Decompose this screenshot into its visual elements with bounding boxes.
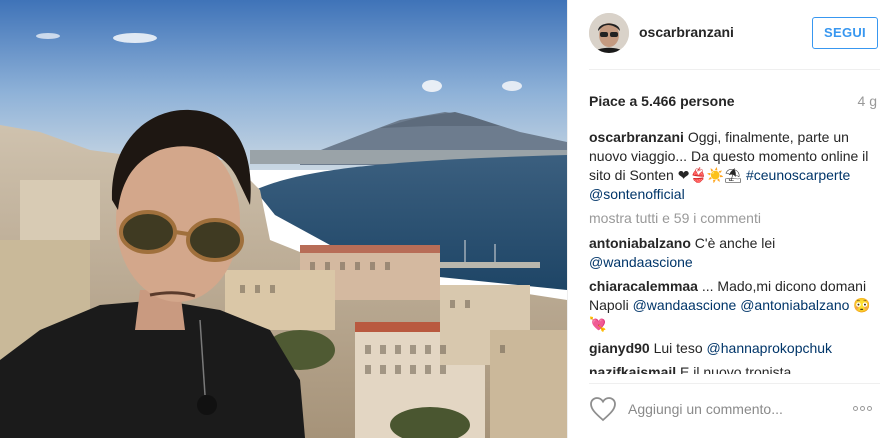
mention-link[interactable]: @hannaprokopchuk (707, 340, 833, 356)
comment-username[interactable]: nazifkaismail (589, 364, 676, 374)
dot (867, 406, 872, 411)
comment-item: nazifkaismail E il nuovo tronista (589, 363, 871, 374)
comment-text: C'è anche lei (694, 235, 776, 251)
heart-outline-icon[interactable] (589, 396, 617, 422)
mention-link[interactable]: @wandaascione (589, 254, 693, 270)
comment-item: gianyd90 Lui teso @hannaprokopchuk (589, 339, 871, 358)
caption: oscarbranzani Oggi, finalmente, parte un… (589, 128, 871, 204)
post-photo[interactable] (0, 0, 567, 438)
post-side-panel: oscarbranzani SEGUI Piace a 5.466 person… (567, 0, 880, 438)
comment-username[interactable]: gianyd90 (589, 340, 650, 356)
comment-item: antoniabalzano C'è anche lei @wandaascio… (589, 234, 871, 272)
dot (860, 406, 865, 411)
dot (853, 406, 858, 411)
likes-count[interactable]: Piace a 5.466 persone (589, 93, 735, 109)
post-age[interactable]: 4 g (858, 93, 877, 109)
comment-text: Lui teso (653, 340, 703, 356)
comment-text: E il nuovo tronista (680, 364, 792, 374)
likes-row: Piace a 5.466 persone 4 g (589, 93, 877, 113)
mention-link[interactable]: @wandaascione (633, 297, 737, 313)
mention-link[interactable]: @antoniabalzano (740, 297, 849, 313)
hashtag-link[interactable]: #ceunoscarperte (746, 167, 850, 183)
comments-list: oscarbranzani Oggi, finalmente, parte un… (589, 128, 871, 374)
mention-link[interactable]: @sontenofficial (589, 186, 685, 202)
show-all-comments-link[interactable]: mostra tutti e 59 i commenti (589, 209, 871, 228)
divider (589, 69, 880, 70)
caption-username[interactable]: oscarbranzani (589, 129, 684, 145)
comment-username[interactable]: chiaracalemmaa (589, 278, 698, 294)
divider (589, 383, 880, 384)
post-header: oscarbranzani SEGUI (567, 0, 880, 68)
comment-item: chiaracalemmaa ... Mado,mi dicono domani… (589, 277, 871, 334)
ellipsis-icon[interactable] (853, 398, 879, 418)
comment-username[interactable]: antoniabalzano (589, 235, 691, 251)
follow-button[interactable]: SEGUI (812, 17, 878, 49)
username-link[interactable]: oscarbranzani (639, 24, 734, 40)
comment-input[interactable] (628, 398, 843, 420)
avatar[interactable] (589, 13, 629, 53)
